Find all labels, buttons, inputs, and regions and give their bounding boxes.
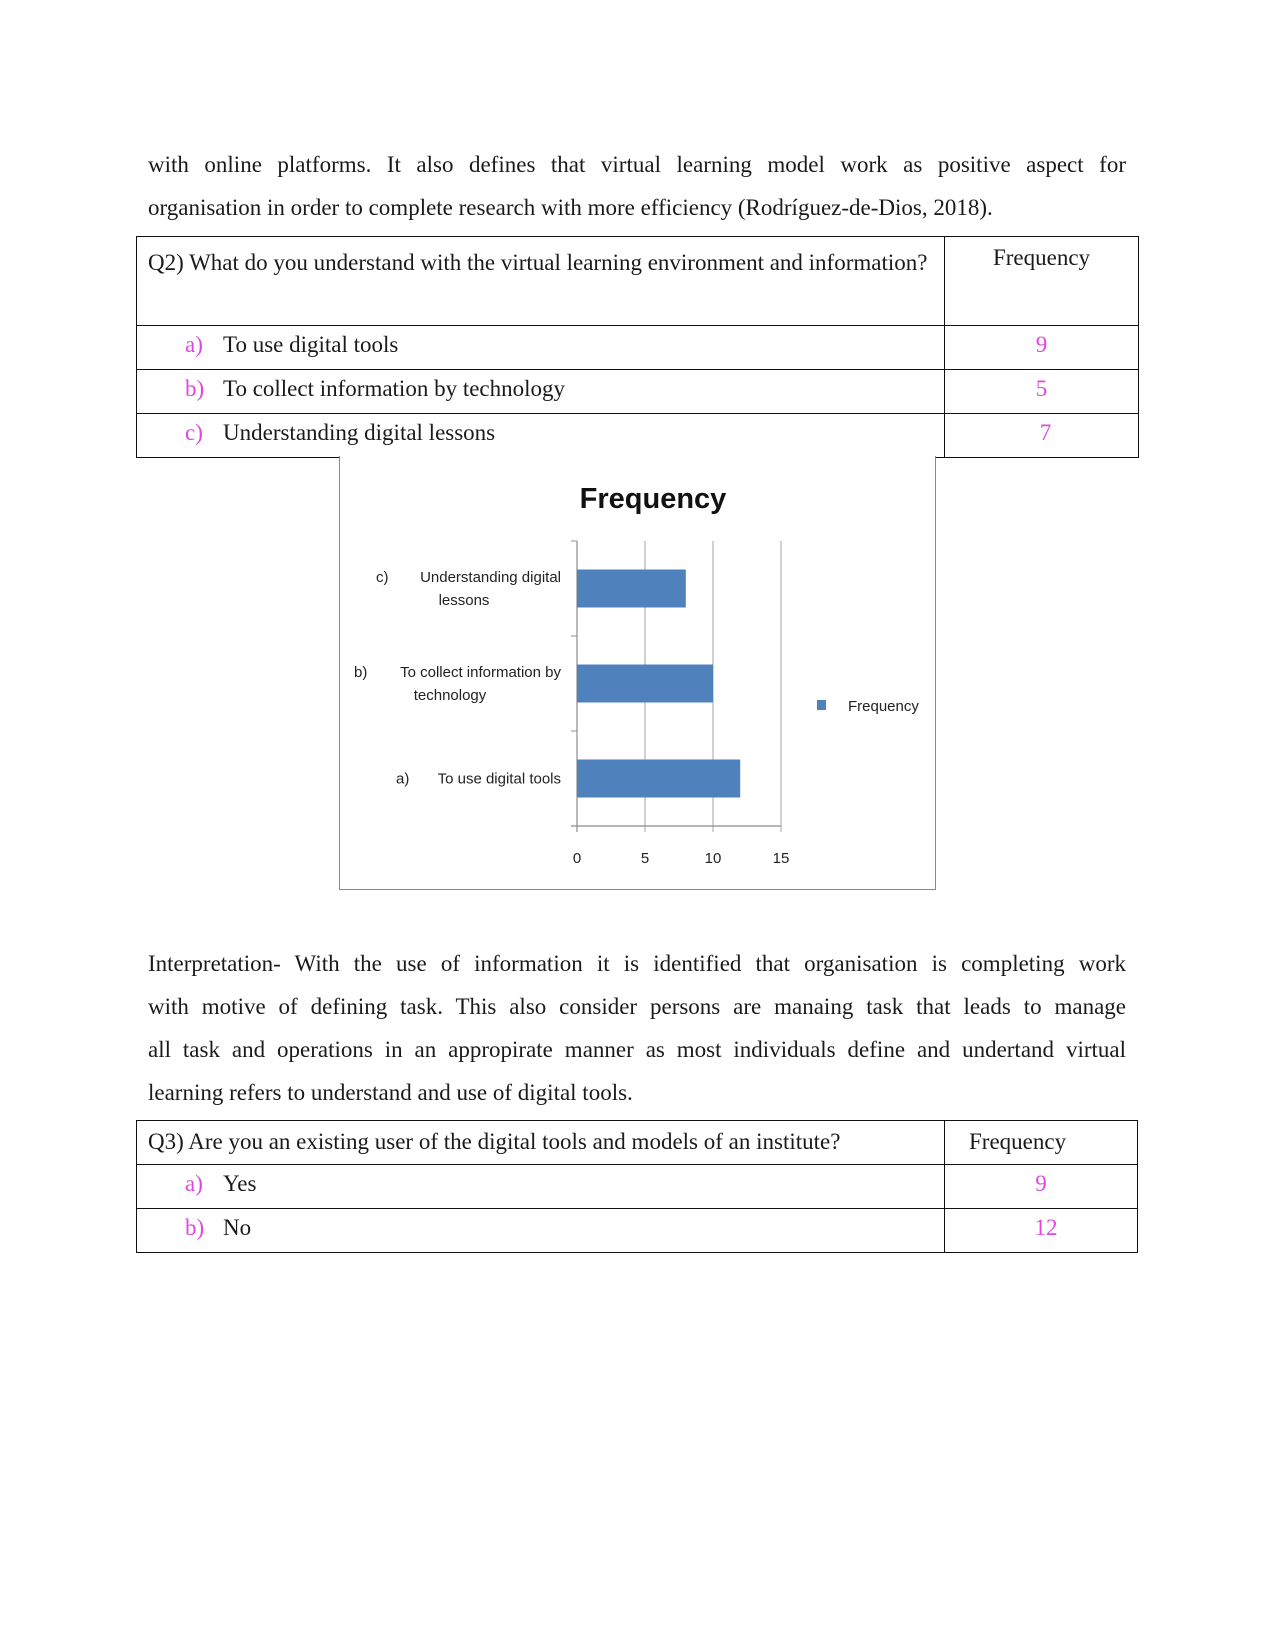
chart-category-labels: a) To use digital tools b) To collect infor…	[354, 569, 561, 788]
q3-question: Q3) Are you an existing user of the digi…	[148, 1129, 841, 1154]
q2-header-row: Q2) What do you understand with the virt…	[136, 236, 1139, 326]
bar-a	[577, 759, 741, 798]
option-marker: b)	[185, 1215, 205, 1240]
x-tick-label: 10	[705, 850, 722, 867]
table-row: c) Understanding digital lessons 7	[136, 413, 1139, 458]
category-label: technology	[414, 687, 487, 704]
category-marker: b)	[354, 664, 367, 681]
option-marker: a)	[185, 332, 203, 357]
category-label: To use digital tools	[438, 771, 561, 788]
q3-table: Q3) Are you an existing user of the digi…	[136, 1120, 1138, 1253]
table-row: a) To use digital tools 9	[136, 325, 1139, 370]
category-label: Understanding digital	[420, 569, 561, 586]
chart-svg: Frequency a) To use digital tools b) To col…	[354, 483, 919, 867]
intro-line: with online platforms. It also defines t…	[148, 152, 1126, 177]
x-tick-label: 15	[773, 850, 790, 867]
document-page: with online platforms. It also defines t…	[0, 0, 1275, 1651]
legend-swatch	[817, 700, 826, 710]
option-label: No	[223, 1215, 252, 1240]
option-frequency: 9	[1035, 332, 1048, 357]
category-label: To collect information by	[400, 664, 561, 681]
table-row: b) No 12	[136, 1208, 1138, 1253]
interpretation-paragraph: Interpretation- With the use of informat…	[148, 942, 1126, 1114]
intro-paragraph: with online platforms. It also defines t…	[148, 143, 1126, 229]
category-marker: c)	[376, 569, 389, 586]
option-label: Yes	[223, 1171, 257, 1196]
table-row: a) Yes 9	[136, 1164, 1138, 1209]
intro-line: organisation in order to complete resear…	[148, 195, 993, 220]
option-label: To collect information by technology	[223, 376, 566, 401]
option-marker: c)	[185, 420, 203, 445]
legend-label: Frequency	[848, 698, 919, 715]
x-tick-label: 0	[573, 850, 581, 867]
option-frequency: 12	[1034, 1215, 1058, 1240]
q3-frequency-header: Frequency	[969, 1129, 1067, 1154]
option-frequency: 5	[1035, 376, 1048, 401]
option-label: To use digital tools	[223, 332, 399, 357]
option-frequency: 9	[1035, 1171, 1047, 1196]
option-marker: a)	[185, 1171, 203, 1196]
interpretation-line: Interpretation- With the use of informat…	[148, 951, 1126, 976]
option-frequency: 7	[1039, 420, 1052, 445]
interpretation-line: learning refers to understand and use of…	[148, 1080, 633, 1105]
chart-title: Frequency	[580, 483, 727, 515]
chart-bars	[577, 569, 741, 798]
q3-header-row: Q3) Are you an existing user of the digi…	[136, 1120, 1138, 1165]
q2-question: Q2) What do you understand with the virt…	[148, 250, 928, 275]
interpretation-line: all task and operations in an appropirat…	[148, 1037, 1126, 1062]
x-tick-label: 5	[641, 850, 649, 867]
q2-frequency-header: Frequency	[992, 245, 1091, 270]
q2-table: Q2) What do you understand with the virt…	[136, 236, 1139, 458]
bar-b	[577, 664, 713, 703]
interpretation-line: with motive of defining task. This also …	[148, 994, 1126, 1019]
category-label: lessons	[439, 592, 490, 609]
chart-tick-labels: 0 5 10 15	[573, 850, 790, 867]
option-marker: b)	[185, 376, 205, 401]
chart-legend: Frequency	[817, 698, 919, 715]
category-marker: a)	[396, 771, 409, 788]
option-label: Understanding digital lessons	[223, 420, 496, 445]
frequency-chart: Frequency a) To use digital tools b) To col…	[339, 456, 936, 890]
table-row: b) To collect information by technology 5	[136, 369, 1139, 414]
bar-c	[577, 569, 686, 608]
